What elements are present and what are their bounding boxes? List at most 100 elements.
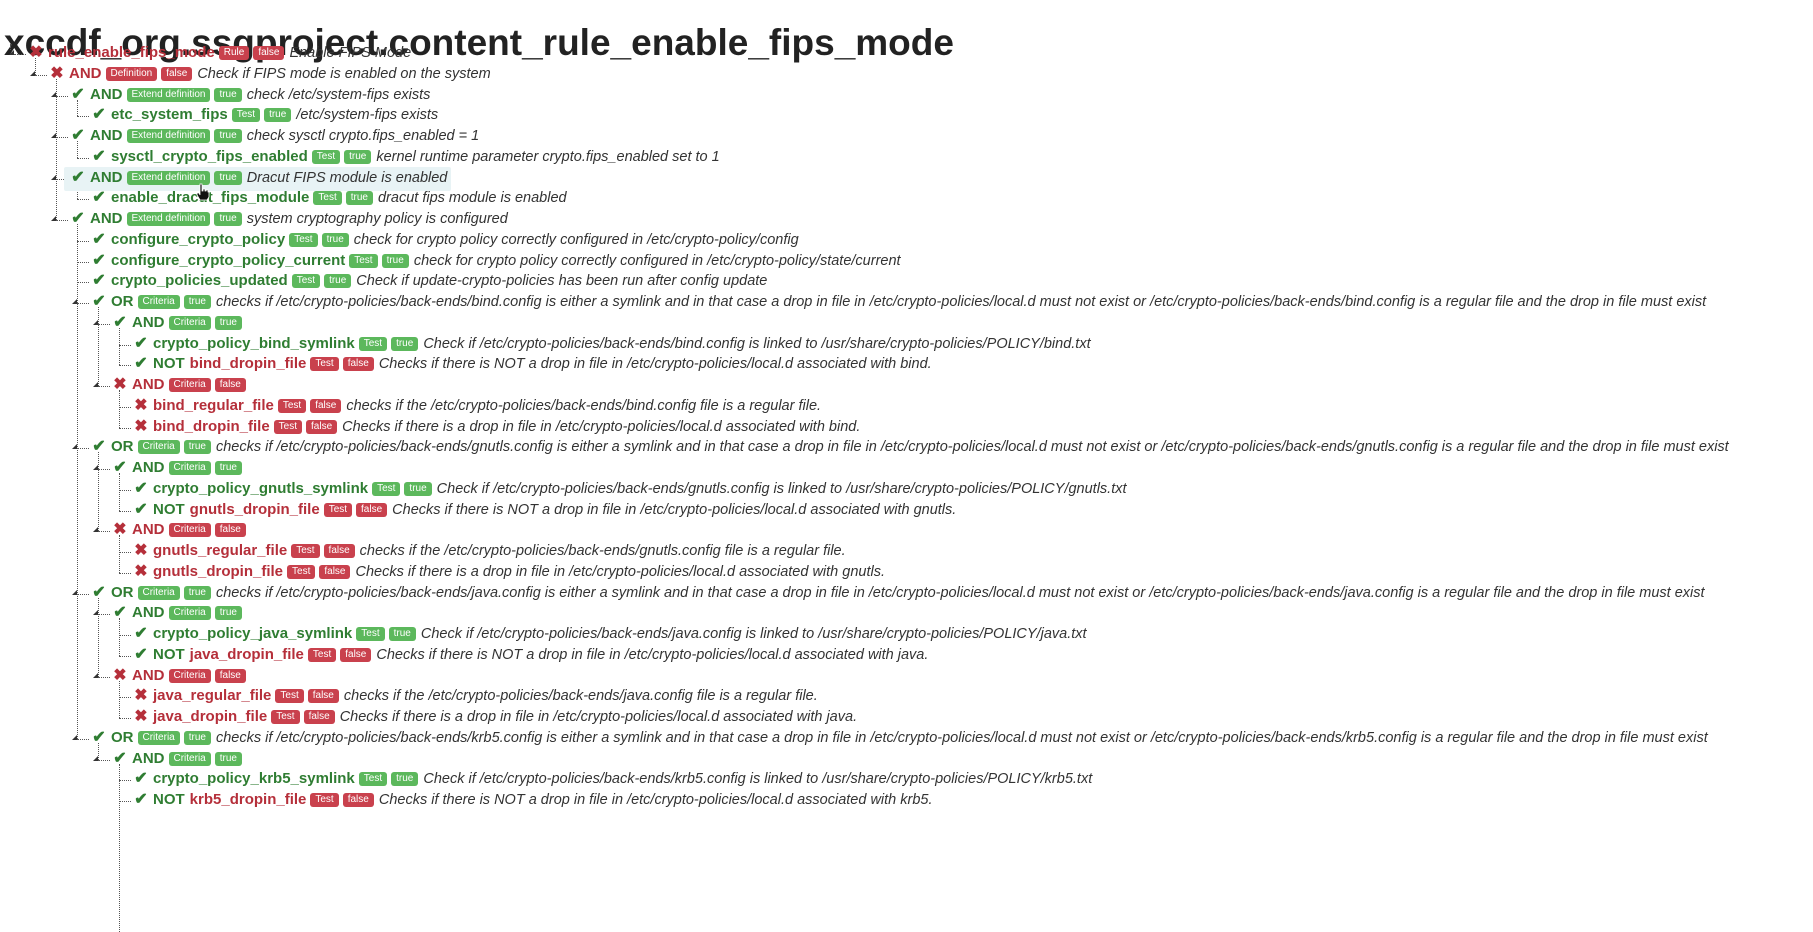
expand-toggle-icon[interactable] [93, 755, 98, 761]
node-name-link[interactable]: crypto_policy_bind_symlink [153, 335, 355, 352]
type-badge: Criteria [137, 295, 180, 310]
check-icon: ✔ [92, 293, 106, 311]
expand-toggle-icon[interactable] [51, 133, 56, 138]
result-badge: true [214, 751, 242, 766]
expand-toggle-icon[interactable] [93, 610, 98, 616]
result-badge: false [356, 502, 388, 517]
type-badge: Criteria [137, 730, 180, 745]
expand-toggle-icon[interactable] [72, 589, 77, 595]
node-name-link[interactable]: java_dropin_file [190, 646, 304, 663]
result-badge: true [183, 730, 211, 745]
expand-toggle-icon[interactable] [30, 70, 35, 76]
operator-label: OR [111, 728, 134, 746]
node-name-link[interactable]: configure_crypto_policy [111, 231, 285, 248]
expand-toggle-icon[interactable] [93, 382, 98, 387]
expand-toggle-icon[interactable] [51, 91, 56, 97]
expand-toggle-icon[interactable] [93, 319, 98, 325]
type-badge: Criteria [168, 751, 211, 766]
expand-toggle-icon[interactable] [93, 672, 98, 678]
type-badge: Test [310, 357, 339, 372]
type-badge: Definition [105, 66, 158, 81]
type-badge: Criteria [168, 606, 211, 621]
expand-toggle-icon[interactable] [9, 50, 14, 55]
result-badge: false [342, 357, 374, 372]
node-name-link[interactable]: gnutls_dropin_file [153, 563, 283, 580]
expand-toggle-icon[interactable] [72, 444, 77, 450]
cross-icon: ✖ [134, 687, 148, 705]
node-name-link[interactable]: java_dropin_file [153, 708, 267, 725]
hand-cursor-icon [196, 183, 210, 201]
oval-tree: xccdf_org.ssgproject.content_rule_enable… [0, 0, 1813, 932]
node-description: Check if /etc/crypto-policies/back-ends/… [423, 771, 1093, 788]
node-name-link[interactable]: gnutls_regular_file [153, 542, 287, 559]
tree-node-row[interactable]: ✔ NOT gnutls_dropin_file Test false Checks if… [127, 499, 960, 523]
result-badge: true [214, 212, 242, 227]
node-name-link[interactable]: etc_system_fips [111, 106, 228, 123]
node-description: checks if the /etc/crypto-policies/back-… [346, 397, 822, 414]
node-name-link[interactable]: crypto_policies_updated [111, 272, 288, 289]
check-icon: ✔ [92, 583, 106, 601]
tree-guide-line [56, 78, 57, 220]
node-description: check for crypto policy correctly config… [353, 231, 799, 248]
result-badge: true [183, 440, 211, 455]
node-name-link[interactable]: gnutls_dropin_file [190, 501, 320, 518]
check-icon: ✔ [92, 106, 106, 124]
type-badge: Test [231, 108, 261, 123]
node-description: Checks if there is a drop in file in /et… [355, 563, 885, 580]
type-badge: Criteria [168, 668, 211, 683]
operator-label: AND [90, 210, 123, 228]
cross-icon: ✖ [113, 666, 127, 684]
node-description: check for crypto policy correctly config… [413, 252, 901, 269]
node-name-link[interactable]: java_regular_file [153, 687, 271, 704]
node-name-link[interactable]: bind_dropin_file [153, 418, 270, 435]
node-name-link[interactable]: krb5_dropin_file [190, 791, 307, 808]
check-icon: ✔ [134, 479, 148, 497]
node-description: Checks if there is a drop in file in /et… [342, 418, 861, 435]
operator-label: AND [69, 64, 102, 82]
node-name-link[interactable]: bind_dropin_file [190, 355, 307, 372]
node-name-link[interactable]: crypto_policy_gnutls_symlink [153, 480, 368, 497]
cross-icon: ✖ [134, 542, 148, 560]
tree-node-row[interactable]: ✔ OR Criteria true checks if /etc/crypto-pol… [85, 291, 1710, 315]
operator-label: AND [132, 376, 165, 394]
tree-node-row[interactable]: ✔ OR Criteria true checks if /etc/crypto-pol… [85, 436, 1733, 460]
type-badge: Test [323, 502, 353, 517]
result-badge: false [340, 647, 372, 662]
type-badge: Test [313, 191, 342, 206]
node-name-link[interactable]: rule_enable_fips_mode [48, 44, 215, 61]
expand-toggle-icon[interactable] [51, 216, 56, 221]
tree-node-row[interactable]: ✔ OR Criteria true checks if /etc/crypto-pol… [85, 582, 1709, 606]
node-name-link[interactable]: configure_crypto_policy_current [111, 252, 345, 269]
expand-toggle-icon[interactable] [93, 465, 98, 470]
node-name-link[interactable]: crypto_policy_java_symlink [153, 625, 352, 642]
type-badge: Test [275, 689, 304, 704]
node-description: Dracut FIPS module is enabled [246, 169, 448, 186]
type-badge: Criteria [168, 523, 211, 538]
tree-node-row[interactable]: ✔ NOT krb5_dropin_file Test false Checks if t… [127, 789, 937, 813]
result-badge: true [214, 461, 242, 476]
result-badge: false [214, 668, 246, 683]
expand-toggle-icon[interactable] [72, 299, 77, 304]
result-badge: true [388, 627, 416, 642]
type-badge: Criteria [137, 440, 180, 455]
type-badge: Test [358, 772, 388, 787]
node-name-link[interactable]: sysctl_crypto_fips_enabled [111, 148, 308, 165]
expand-toggle-icon[interactable] [72, 734, 77, 740]
node-name-link[interactable]: crypto_policy_krb5_symlink [153, 770, 355, 787]
expand-toggle-icon[interactable] [51, 174, 56, 180]
result-badge: false [253, 46, 285, 61]
result-badge: true [324, 274, 352, 289]
node-description: Checks if there is a drop in file in /et… [339, 709, 858, 726]
check-icon: ✔ [134, 334, 148, 352]
tree-node-row[interactable]: ✔ OR Criteria true checks if /etc/crypto-pol… [85, 727, 1712, 751]
cross-icon: ✖ [113, 376, 127, 394]
node-name-link[interactable]: enable_dracut_fips_module [111, 189, 309, 206]
type-badge: Test [289, 232, 318, 247]
cross-icon: ✖ [134, 562, 148, 580]
negation-label: NOT [153, 791, 185, 809]
node-description: Enable FIPS Mode [289, 45, 412, 62]
type-badge: Test [358, 336, 388, 351]
node-name-link[interactable]: bind_regular_file [153, 397, 274, 414]
expand-toggle-icon[interactable] [93, 527, 98, 533]
type-badge: Test [307, 647, 337, 662]
